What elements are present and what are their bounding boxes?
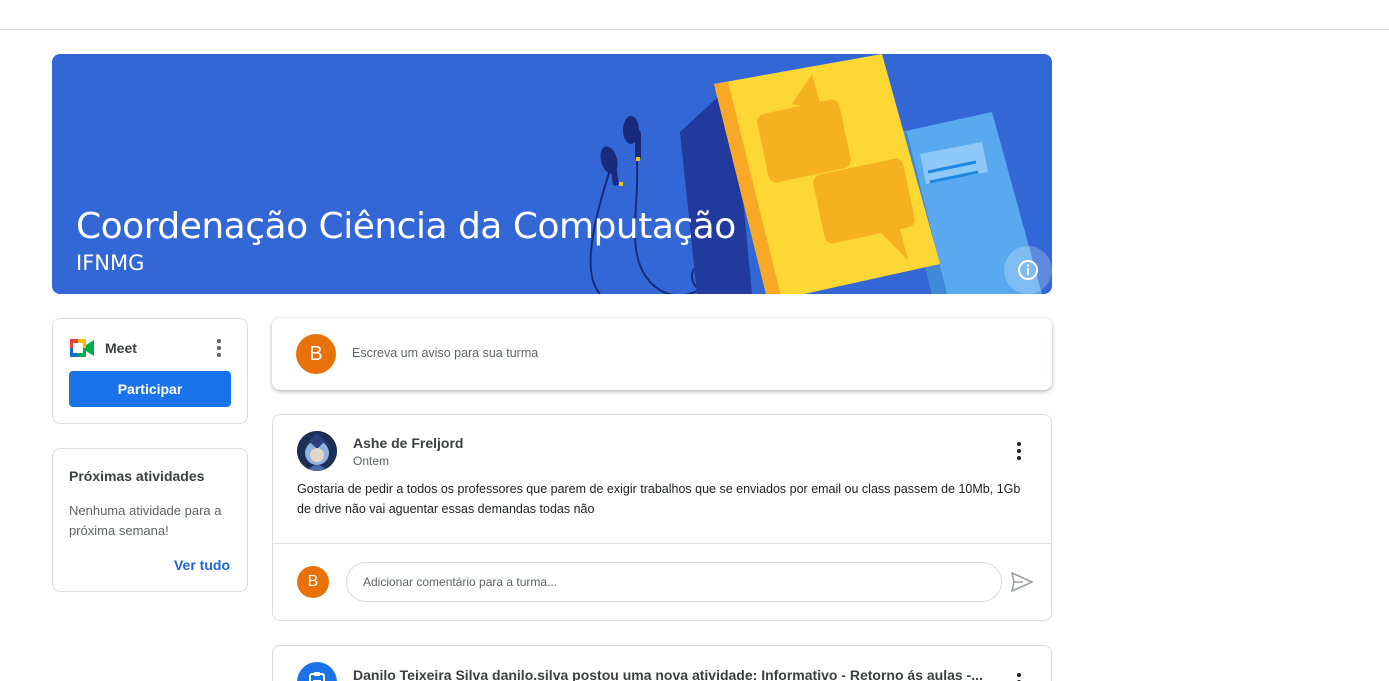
post-body: Gostaria de pedir a todos os professores… (297, 482, 1021, 516)
meet-label: Meet (105, 340, 137, 356)
meet-card: Meet Participar (52, 318, 248, 424)
upcoming-empty-text: Nenhuma atividade para a próxima semana! (69, 503, 222, 538)
upcoming-title: Próximas atividades (69, 468, 205, 484)
google-meet-icon (70, 339, 94, 357)
post-author[interactable]: Ashe de Freljord (353, 435, 463, 451)
avatar: B (297, 566, 329, 598)
class-title: Coordenação Ciência da Computação (76, 206, 736, 247)
stream-post[interactable]: Danilo Teixeira Silva danilo.silva posto… (272, 645, 1052, 681)
assignment-icon (297, 662, 337, 681)
announcement-placeholder: Escreva um aviso para sua turma (352, 346, 539, 360)
view-all-link[interactable]: Ver tudo (174, 557, 230, 573)
join-meet-button[interactable]: Participar (69, 371, 231, 407)
more-vert-icon[interactable] (207, 336, 231, 360)
class-subtitle: IFNMG (76, 251, 145, 275)
stream-post: Ashe de Freljord Ontem Gostaria de pedir… (272, 414, 1052, 621)
class-banner: Coordenação Ciência da Computação IFNMG (52, 54, 1052, 294)
post-title[interactable]: Danilo Teixeira Silva danilo.silva posto… (353, 667, 993, 681)
info-icon[interactable] (1004, 246, 1052, 294)
banner-illustration (589, 54, 1042, 294)
more-vert-icon[interactable] (1007, 439, 1031, 463)
top-app-bar (0, 0, 1389, 30)
upcoming-activities-card: Próximas atividades Nenhuma atividade pa… (52, 448, 248, 592)
author-avatar (297, 431, 337, 471)
announcement-composer[interactable]: B Escreva um aviso para sua turma (272, 318, 1052, 390)
divider (273, 543, 1051, 544)
avatar: B (296, 334, 336, 374)
comment-input[interactable]: Adicionar comentário para a turma... (346, 562, 1002, 602)
more-vert-icon[interactable] (1007, 670, 1031, 681)
post-timestamp: Ontem (353, 454, 390, 468)
send-icon[interactable] (1008, 568, 1036, 596)
